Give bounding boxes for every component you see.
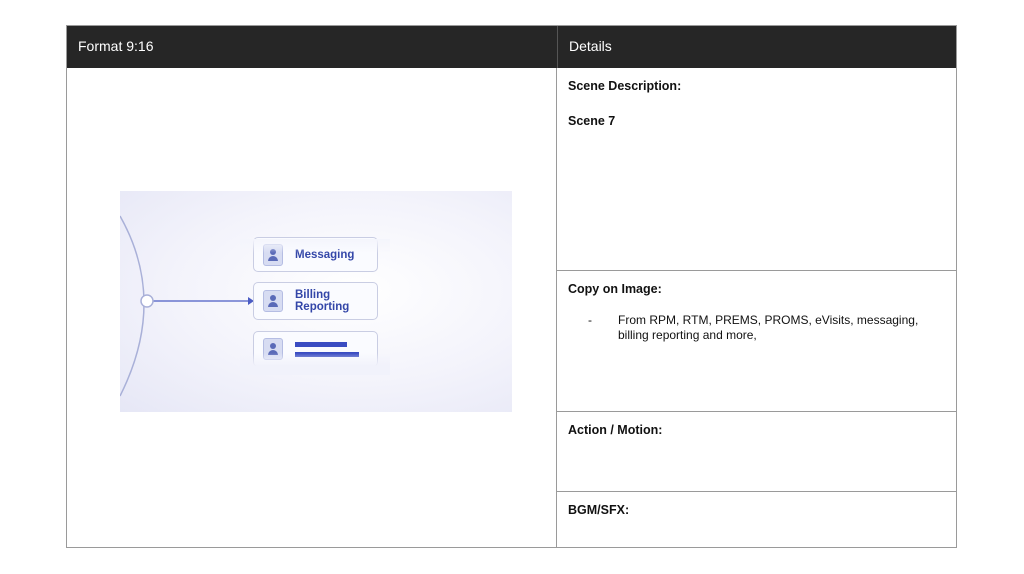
- table-header: Format 9:16 Details: [67, 26, 956, 68]
- billing-reporting-label: Billing Reporting: [295, 289, 349, 313]
- action-motion-cell: Action / Motion:: [557, 412, 957, 492]
- copy-bullet: - From RPM, RTM, PREMS, PROMS, eVisits, …: [568, 313, 947, 343]
- format-header: Format 9:16: [78, 38, 154, 54]
- storyboard-table: Format 9:16 Details Messaging Billing Re…: [66, 25, 957, 548]
- scene-description-cell: Scene Description: Scene 7: [557, 68, 957, 271]
- scene-value: Scene 7: [568, 114, 616, 128]
- details-header: Details: [557, 26, 957, 68]
- bgm-sfx-label: BGM/SFX:: [568, 503, 630, 517]
- placeholder-bar: [295, 341, 347, 347]
- action-motion-label: Action / Motion:: [568, 423, 663, 437]
- scene-image: Messaging Billing Reporting: [120, 191, 512, 412]
- arc-line: [120, 215, 145, 397]
- node-circle: [140, 294, 154, 308]
- copy-on-image-cell: Copy on Image: - From RPM, RTM, PREMS, P…: [557, 271, 957, 412]
- billing-reporting-pill: Billing Reporting: [253, 282, 378, 320]
- fade-overlay-bottom: [240, 353, 390, 375]
- copy-on-image-label: Copy on Image:: [568, 282, 662, 296]
- reporting-label: Reporting: [295, 301, 350, 313]
- fade-overlay-top: [240, 239, 390, 253]
- scene-description-label: Scene Description:: [568, 79, 682, 93]
- user-icon: [263, 290, 283, 312]
- billing-label: Billing: [295, 289, 331, 301]
- image-cell: Messaging Billing Reporting: [67, 68, 557, 547]
- bullet-dash: -: [588, 313, 592, 327]
- bgm-sfx-cell: BGM/SFX:: [557, 492, 957, 547]
- copy-text: From RPM, RTM, PREMS, PROMS, eVisits, me…: [618, 313, 919, 342]
